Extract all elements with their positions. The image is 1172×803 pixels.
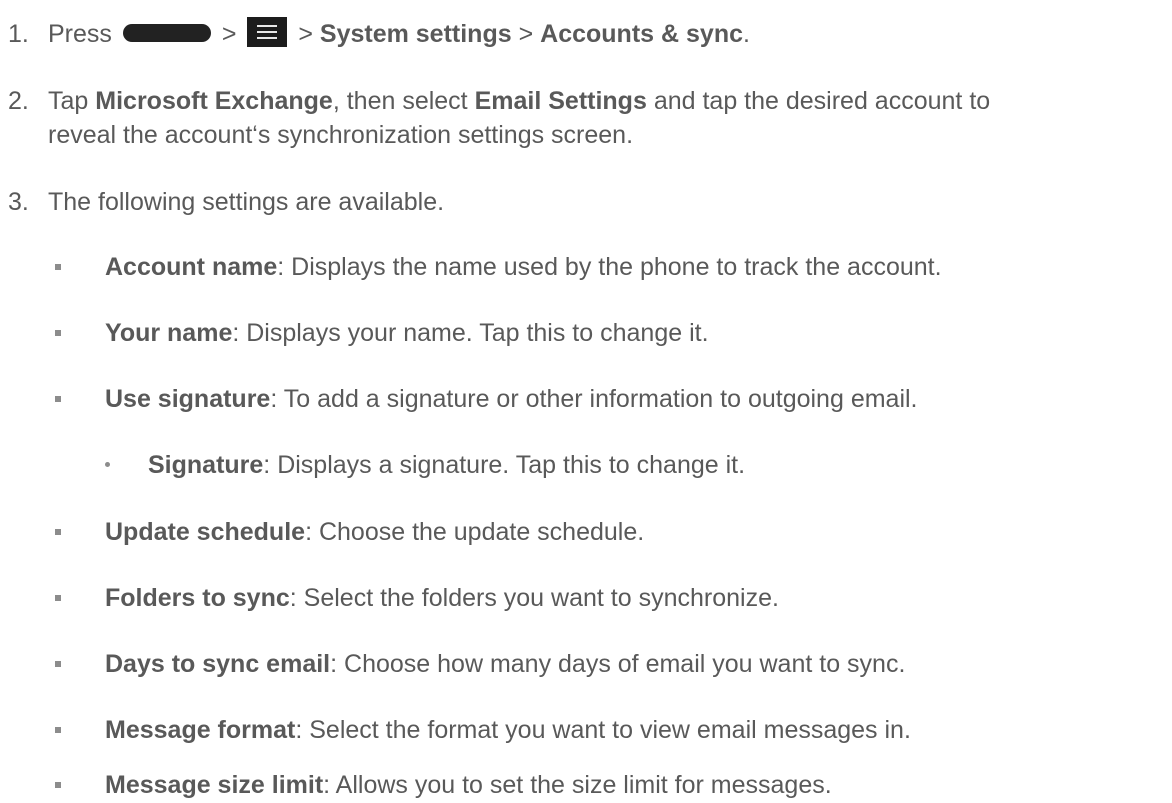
step-number: 1. xyxy=(8,20,29,48)
email-settings-label: Email Settings xyxy=(474,87,647,115)
step-text: Tap Microsoft Exchange, then select Emai… xyxy=(48,87,991,115)
setting-term: Signature xyxy=(148,451,264,479)
setting-desc: : To add a signature or other informatio… xyxy=(270,385,918,413)
sub-bullet-icon xyxy=(105,462,110,467)
bullet-icon xyxy=(55,782,61,788)
setting-term: Your name xyxy=(105,319,233,347)
menu-path-accounts-sync: Accounts & sync xyxy=(540,20,743,48)
home-button-icon xyxy=(122,24,211,43)
menu-icon xyxy=(247,17,288,48)
setting-desc: : Choose how many days of email you want… xyxy=(330,650,906,678)
bullet-icon xyxy=(55,595,61,601)
step-text: Press > > System settings > Accounts & s… xyxy=(48,17,1168,50)
step-number: 2. xyxy=(8,87,29,115)
setting-desc: : Select the folders you want to synchro… xyxy=(289,584,779,612)
microsoft-exchange-label: Microsoft Exchange xyxy=(95,87,333,115)
bullet-icon xyxy=(55,529,61,535)
setting-term: Folders to sync xyxy=(105,584,290,612)
setting-term: Message format xyxy=(105,716,296,744)
menu-path-system-settings: System settings xyxy=(319,20,512,48)
setting-desc: : Displays your name. Tap this to change… xyxy=(232,319,709,347)
setting-term: Update schedule xyxy=(105,518,306,546)
bullet-icon xyxy=(55,396,61,402)
step-number: 3. xyxy=(8,188,29,216)
setting-desc: : Displays the name used by the phone to… xyxy=(277,253,942,281)
setting-term: Use signature xyxy=(105,385,271,413)
setting-term: Message size limit xyxy=(105,771,324,799)
step-text: The following settings are available. xyxy=(48,188,445,216)
bullet-icon xyxy=(55,727,61,733)
setting-desc: : Select the format you want to view ema… xyxy=(295,716,911,744)
bullet-icon xyxy=(55,661,61,667)
setting-desc: : Allows you to set the size limit for m… xyxy=(323,771,832,799)
bullet-icon xyxy=(55,330,61,336)
bullet-icon xyxy=(55,264,61,270)
setting-desc: : Choose the update schedule. xyxy=(305,518,645,546)
step-text: reveal the account‘s synchronization set… xyxy=(48,121,634,149)
setting-term: Days to sync email xyxy=(105,650,331,678)
setting-desc: : Displays a signature. Tap this to chan… xyxy=(263,451,746,479)
setting-term: Account name xyxy=(105,253,278,281)
